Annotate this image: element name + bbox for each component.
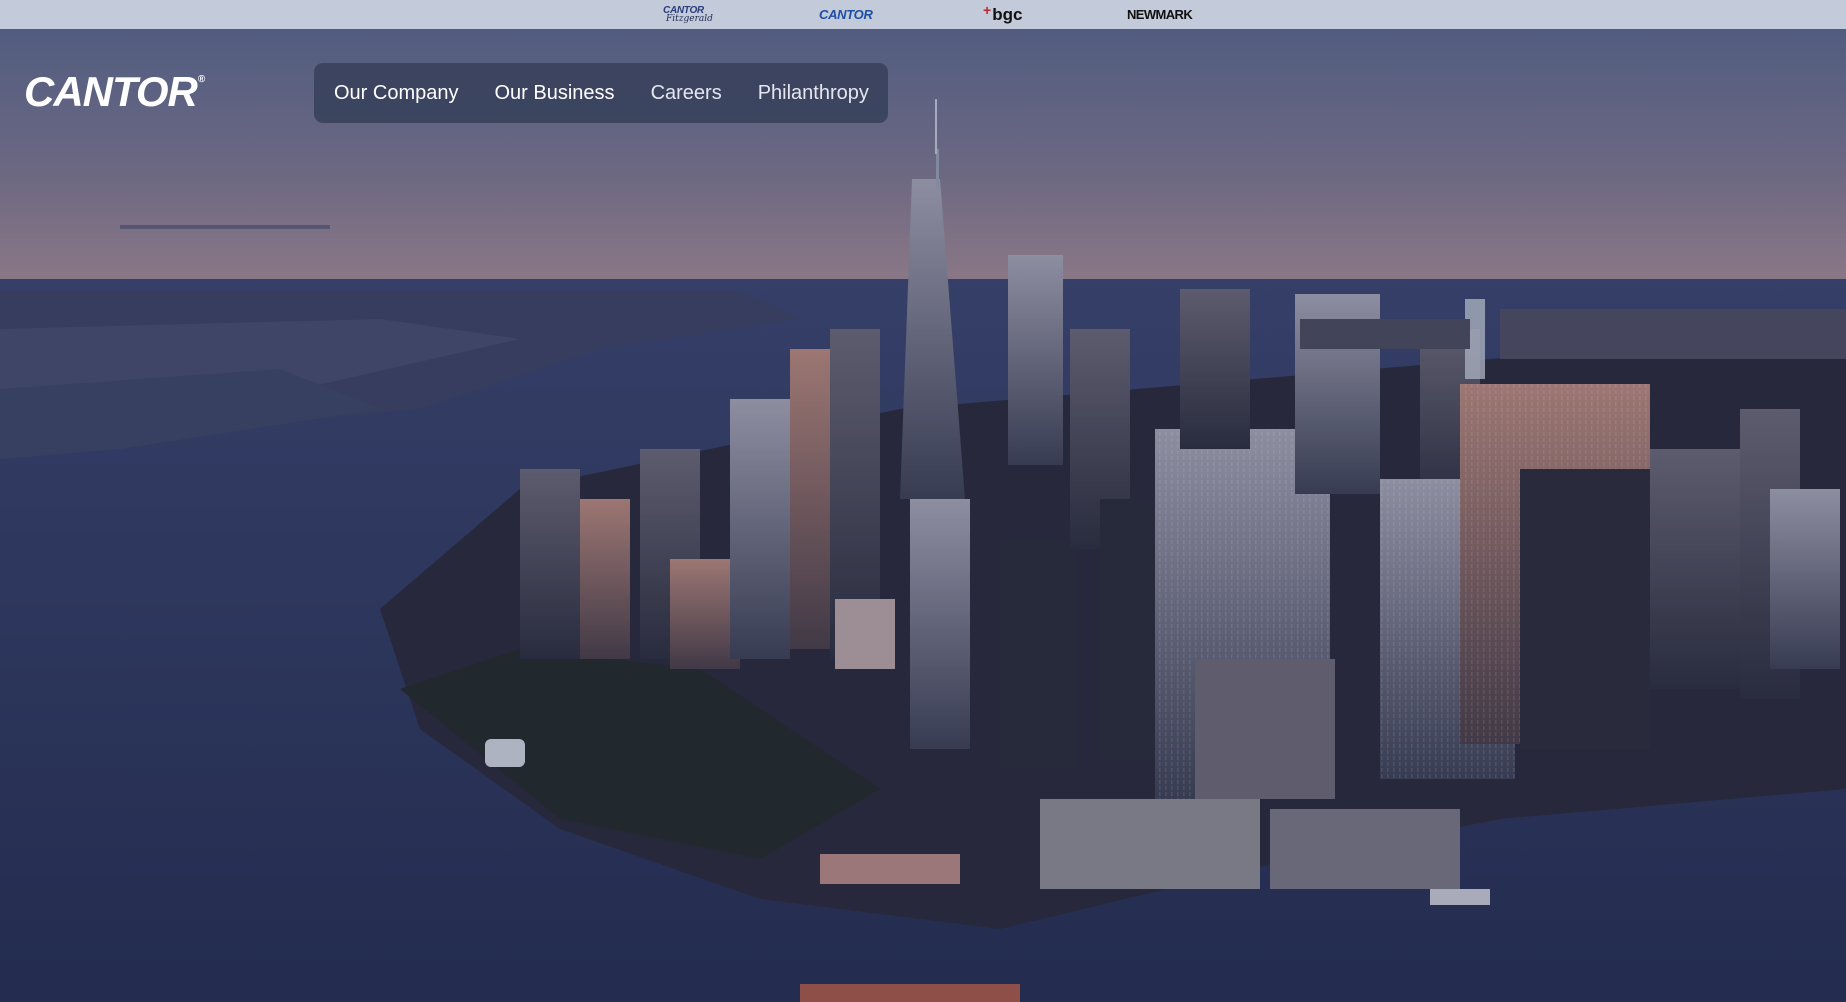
brand-bgc-label: bgc (992, 4, 1023, 24)
main-navigation: Our Company Our Business Careers Philant… (314, 63, 888, 123)
nav-item-careers[interactable]: Careers (651, 82, 722, 105)
brand-cf-line2: Fitzgerald (666, 13, 713, 24)
bgc-cross-icon: + (983, 1, 992, 18)
nav-item-our-business[interactable]: Our Business (495, 82, 615, 105)
cantor-logo[interactable]: CANTOR® (24, 68, 205, 116)
brand-cantor-fitzgerald-link[interactable]: CANTOR Fitzgerald (654, 0, 713, 29)
brand-bgc-link[interactable]: + bgc (983, 0, 1022, 29)
cantor-logo-text: CANTOR (24, 68, 198, 115)
nav-item-our-company[interactable]: Our Company (334, 82, 459, 105)
nav-item-philanthropy[interactable]: Philanthropy (758, 82, 869, 105)
brand-bar: CANTOR Fitzgerald CANTOR + bgc NEWMARK (0, 0, 1846, 29)
city-skyline-image (0, 29, 1846, 1002)
registered-mark-icon: ® (197, 74, 205, 85)
hero-background-image (0, 29, 1846, 1002)
brand-cantor-link[interactable]: CANTOR (819, 0, 873, 29)
brand-newmark-link[interactable]: NEWMARK (1127, 0, 1193, 29)
